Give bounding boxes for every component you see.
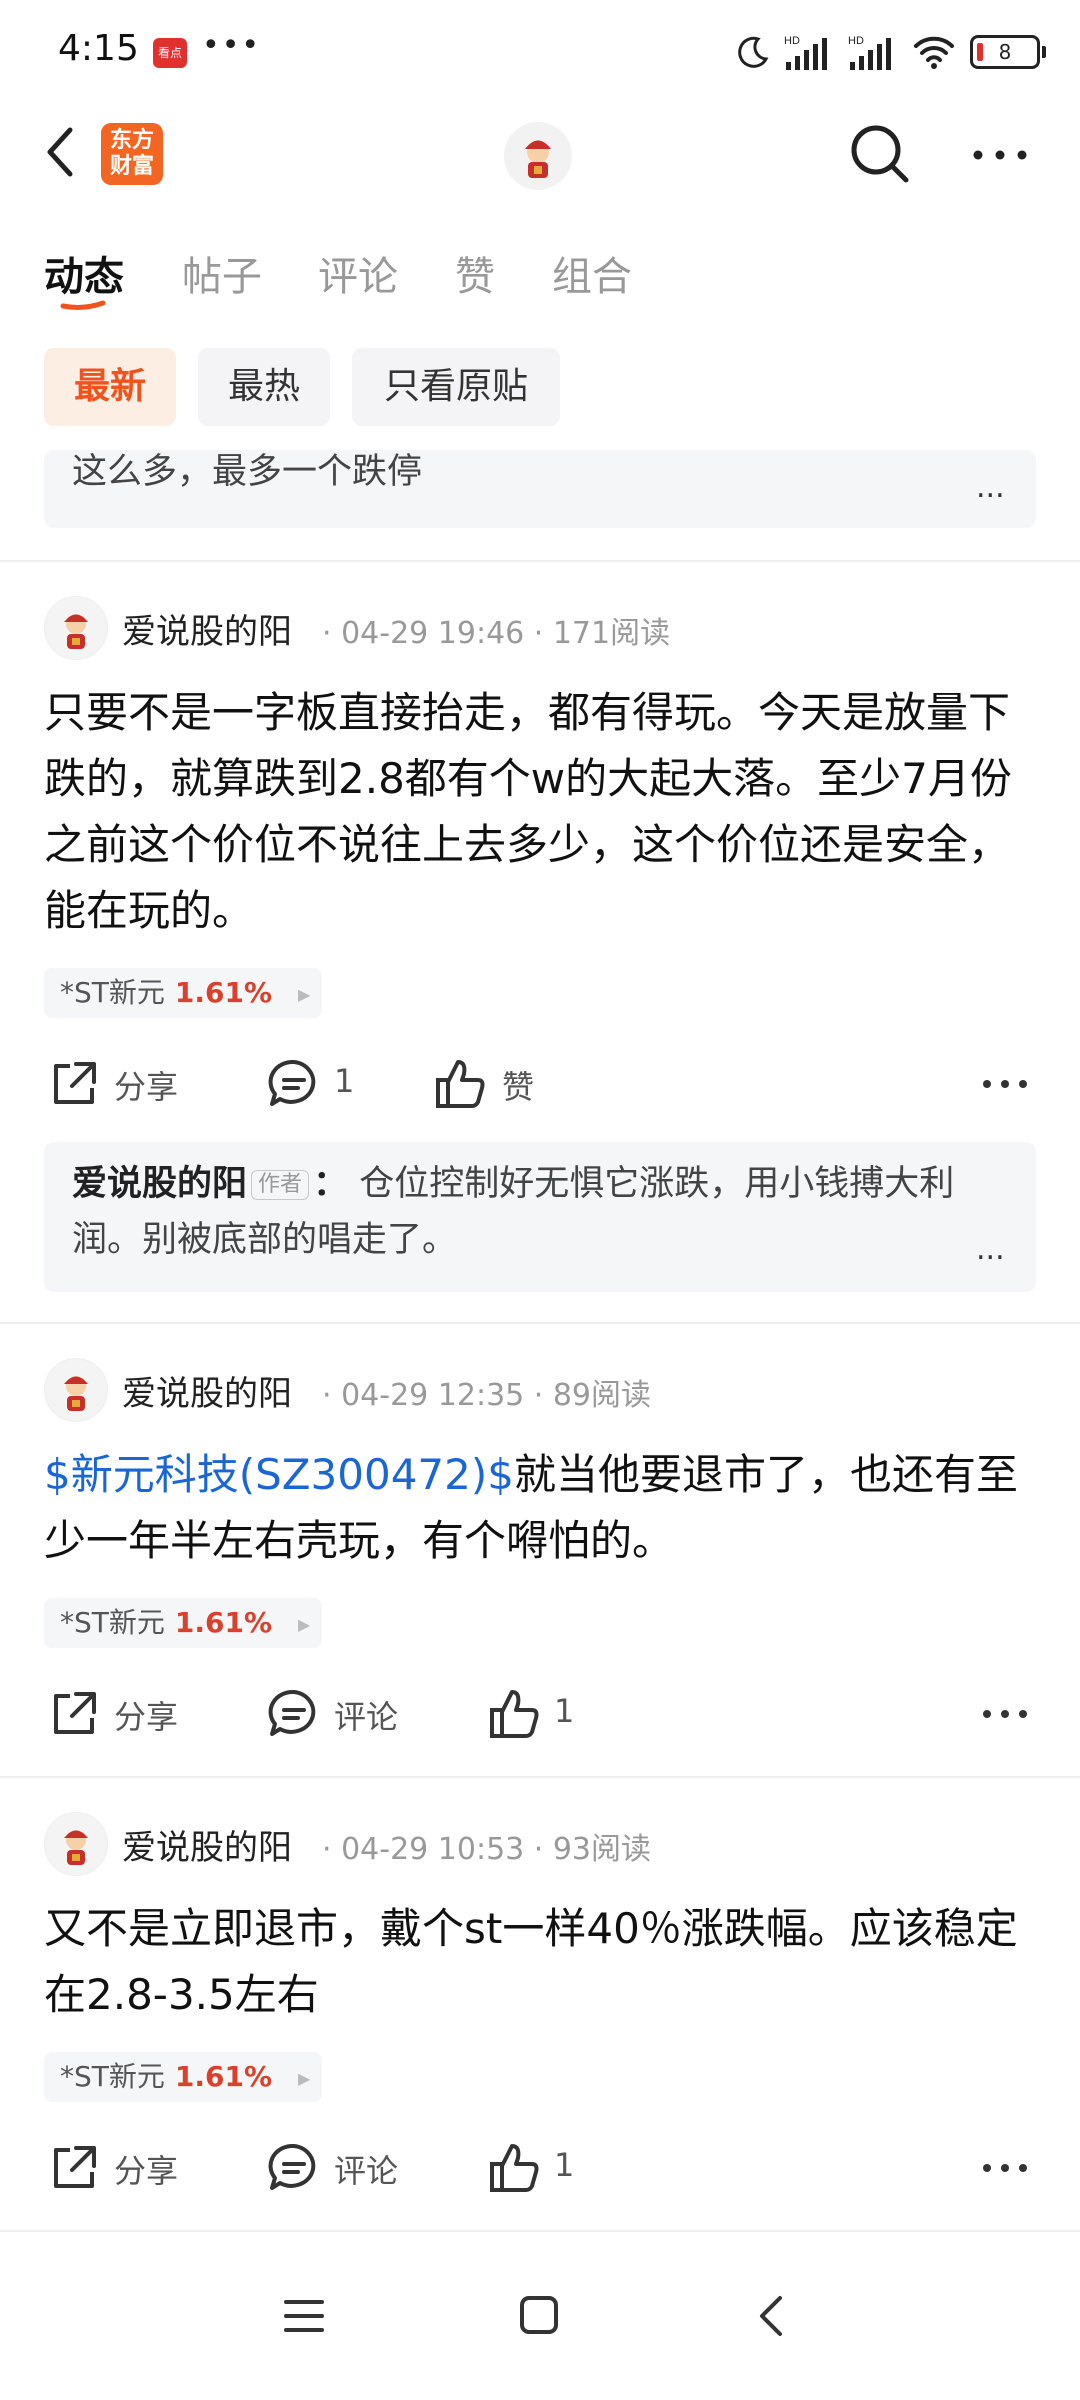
stock-tag[interactable]: *ST新元 1.61% ▶ bbox=[44, 968, 322, 1018]
tab-likes[interactable]: 赞 bbox=[455, 244, 495, 302]
post-text[interactable]: 又不是立即退市，戴个st一样40％涨跌幅。应该稳定在2.8-3.5左右 bbox=[44, 1896, 1044, 2028]
share-icon[interactable] bbox=[46, 2140, 102, 2196]
active-tab-indicator bbox=[60, 300, 106, 310]
home-icon[interactable] bbox=[518, 2294, 560, 2336]
like-label[interactable]: 赞 bbox=[502, 1062, 534, 1108]
filter-latest[interactable]: 最新 bbox=[44, 348, 176, 426]
comment-count[interactable]: 1 bbox=[334, 1062, 354, 1100]
like-icon[interactable] bbox=[432, 1056, 488, 1112]
share-label[interactable]: 分享 bbox=[114, 1062, 178, 1108]
app-logo[interactable]: 东方 财富 bbox=[101, 123, 163, 185]
like-icon[interactable] bbox=[486, 1686, 542, 1742]
tab-dynamics[interactable]: 动态 bbox=[44, 244, 124, 302]
like-icon[interactable] bbox=[486, 2140, 542, 2196]
reply-text: 这么多，最多一个跌停 bbox=[72, 452, 423, 492]
post-text[interactable]: $新元科技(SZ300472)$就当他要退市了，也还有至少一年半左右壳玩，有个嘚… bbox=[44, 1442, 1044, 1574]
share-icon[interactable] bbox=[46, 1056, 102, 1112]
tab-comments[interactable]: 评论 bbox=[318, 244, 398, 302]
back-icon[interactable] bbox=[40, 122, 80, 182]
stock-tag[interactable]: *ST新元 1.61% ▶ bbox=[44, 1598, 322, 1648]
post-meta: · 04-29 19:46 · 171阅读 bbox=[322, 616, 671, 651]
author-badge: 作者 bbox=[251, 1170, 310, 1200]
more-icon[interactable] bbox=[980, 2158, 1030, 2178]
comment-label[interactable]: 评论 bbox=[334, 1692, 398, 1738]
username[interactable]: 爱说股的阳 bbox=[122, 1366, 292, 1415]
tab-portfolio[interactable]: 组合 bbox=[552, 244, 632, 302]
filter-hottest[interactable]: 最热 bbox=[198, 348, 330, 426]
avatar[interactable] bbox=[44, 1358, 108, 1422]
like-count[interactable]: 1 bbox=[554, 2146, 574, 2184]
reply-box[interactable]: 爱说股的阳 作者： 仓位控制好无惧它涨跌，用小钱搏大利润。别被底部的唱走了。 ..… bbox=[44, 1142, 1036, 1292]
avatar[interactable] bbox=[44, 596, 108, 660]
tab-posts[interactable]: 帖子 bbox=[182, 244, 262, 302]
menu-icon[interactable] bbox=[282, 2296, 326, 2336]
comment-icon[interactable] bbox=[266, 1686, 322, 1742]
more-icon[interactable] bbox=[980, 1074, 1030, 1094]
like-count[interactable]: 1 bbox=[554, 1692, 574, 1730]
battery-icon: 8 bbox=[970, 35, 1046, 69]
system-navigation-bar bbox=[0, 2250, 1080, 2400]
more-icon[interactable] bbox=[980, 1704, 1030, 1724]
svg-text:HD: HD bbox=[848, 35, 864, 47]
signal-icon-2: HD bbox=[848, 35, 891, 70]
signal-icon: HD bbox=[784, 35, 827, 70]
username[interactable]: 爱说股的阳 bbox=[122, 1820, 292, 1869]
search-icon[interactable] bbox=[848, 122, 912, 186]
reply-content: 爱说股的阳 作者： 仓位控制好无惧它涨跌，用小钱搏大利润。别被底部的唱走了。 bbox=[72, 1164, 955, 1260]
post-card: 爱说股的阳 · 04-29 12:35 · 89阅读 $新元科技(SZ30047… bbox=[0, 1324, 1080, 1776]
more-menu-icon[interactable] bbox=[970, 130, 1030, 180]
reply-box[interactable]: 这么多，最多一个跌停 ... bbox=[44, 450, 1036, 528]
system-back-icon[interactable] bbox=[754, 2294, 788, 2338]
divider bbox=[0, 2230, 1080, 2232]
wifi-icon bbox=[914, 36, 954, 69]
avatar[interactable] bbox=[44, 1812, 108, 1876]
status-icons: HD HD 8 bbox=[736, 30, 1046, 74]
post-meta: · 04-29 12:35 · 89阅读 bbox=[322, 1378, 652, 1413]
stock-tag[interactable]: *ST新元 1.61% ▶ bbox=[44, 2052, 322, 2102]
post-card: 爱说股的阳 · 04-29 19:46 · 171阅读 只要不是一字板直接抬走，… bbox=[0, 562, 1080, 1322]
post-text[interactable]: 只要不是一字板直接抬走，都有得玩。今天是放量下跌的，就算跌到2.8都有个w的大起… bbox=[44, 680, 1044, 944]
moon-icon bbox=[738, 36, 769, 68]
comment-label[interactable]: 评论 bbox=[334, 2146, 398, 2192]
status-time: 4:15 bbox=[58, 28, 139, 69]
profile-avatar[interactable] bbox=[504, 122, 572, 190]
status-bar: 4:15 看点 ••• HD HD 8 bbox=[0, 0, 1080, 100]
share-label[interactable]: 分享 bbox=[114, 1692, 178, 1738]
filter-original-only[interactable]: 只看原贴 bbox=[352, 348, 560, 426]
more-notifications-icon: ••• bbox=[202, 28, 262, 63]
comment-icon[interactable] bbox=[266, 2140, 322, 2196]
comment-icon[interactable] bbox=[266, 1056, 322, 1112]
stock-link[interactable]: $新元科技(SZ300472)$ bbox=[44, 1450, 514, 1499]
username[interactable]: 爱说股的阳 bbox=[122, 604, 292, 653]
post-meta: · 04-29 10:53 · 93阅读 bbox=[322, 1832, 652, 1867]
reply-author[interactable]: 爱说股的阳 bbox=[72, 1164, 247, 1204]
share-icon[interactable] bbox=[46, 1686, 102, 1742]
app-notification-icon: 看点 bbox=[153, 38, 187, 68]
post-card: 爱说股的阳 · 04-29 10:53 · 93阅读 又不是立即退市，戴个st一… bbox=[0, 1778, 1080, 2230]
reply-expand[interactable]: ... bbox=[976, 1232, 1005, 1267]
svg-text:HD: HD bbox=[784, 35, 800, 47]
reply-expand[interactable]: ... bbox=[976, 470, 1005, 505]
share-label[interactable]: 分享 bbox=[114, 2146, 178, 2192]
